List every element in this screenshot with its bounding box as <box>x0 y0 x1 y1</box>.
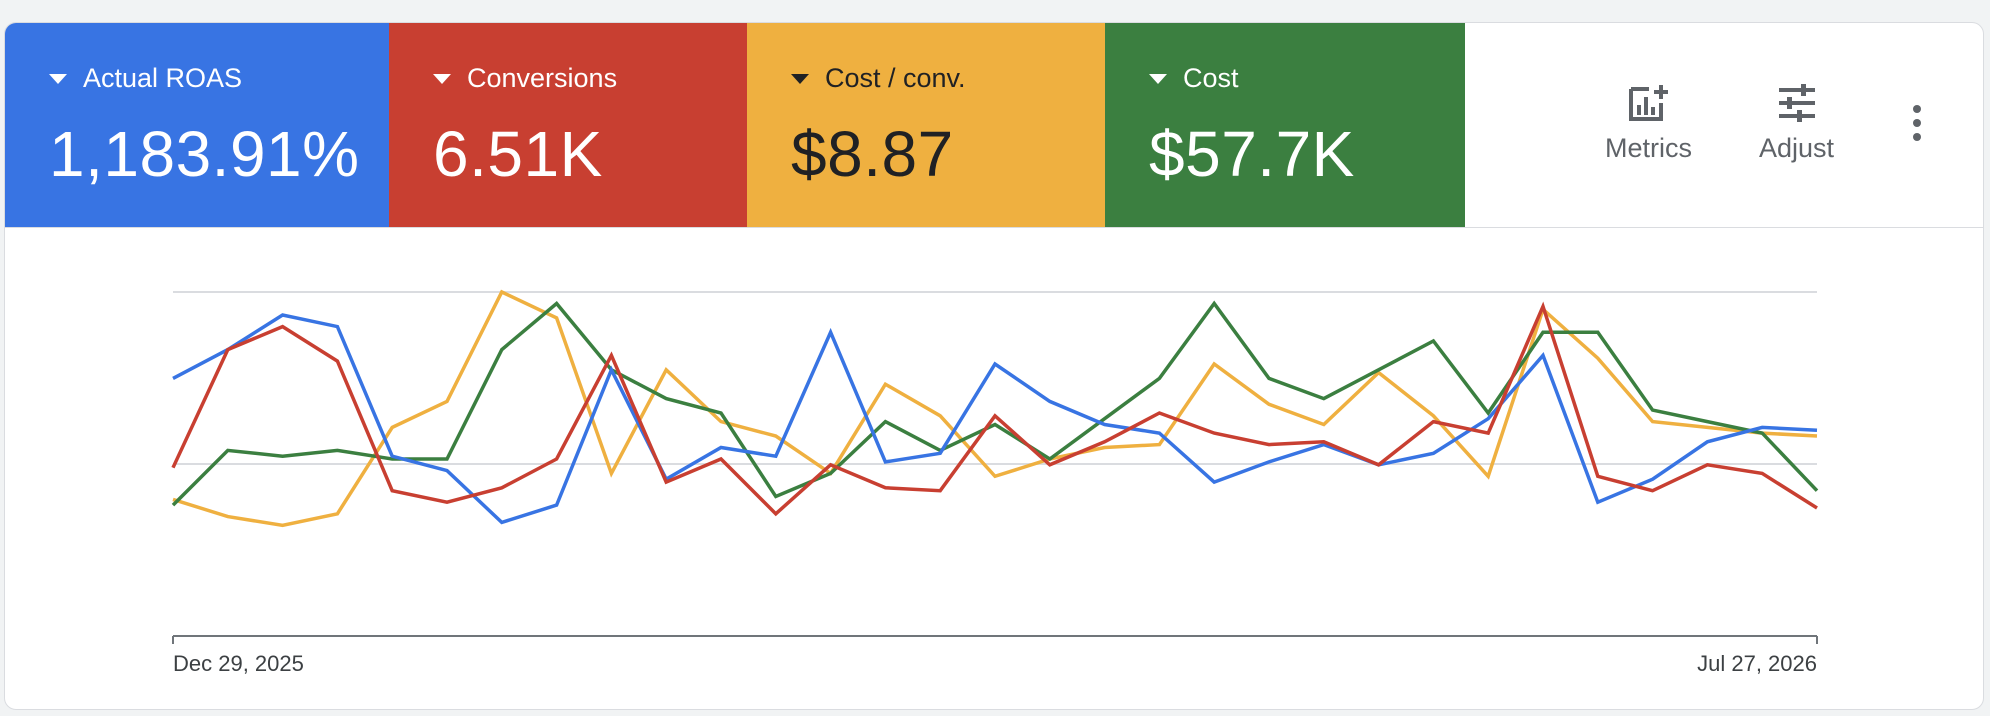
metric-tile-cost[interactable]: Cost $57.7K <box>1105 23 1465 227</box>
metric-tile-cost-per-conv[interactable]: Cost / conv. $8.87 <box>747 23 1105 227</box>
x-tick-label-end: Jul 27, 2026 <box>1697 651 1817 676</box>
metric-value: $8.87 <box>791 118 954 190</box>
metric-tile-actual-roas[interactable]: Actual ROAS 1,183.91% <box>5 23 389 227</box>
caret-down-icon <box>1149 73 1167 84</box>
caret-down-icon <box>433 73 451 84</box>
tune-sliders-icon <box>1778 84 1815 122</box>
caret-down-icon <box>791 73 809 84</box>
add-chart-icon <box>1628 85 1668 121</box>
metric-label: Cost / conv. <box>825 63 966 93</box>
metric-label: Conversions <box>467 63 618 93</box>
performance-card: Actual ROAS 1,183.91% Conversions 6.51K … <box>4 22 1984 710</box>
metric-value: $57.7K <box>1149 118 1355 190</box>
metric-value: 6.51K <box>433 118 603 190</box>
adjust-label: Adjust <box>1759 133 1835 163</box>
metrics-button[interactable]: Metrics <box>1605 83 1692 164</box>
adjust-button[interactable]: Adjust <box>1759 83 1834 164</box>
series-line-cost-per-conv <box>172 289 1818 528</box>
x-tick-label-start: Dec 29, 2025 <box>173 651 304 676</box>
metric-label: Actual ROAS <box>83 63 243 93</box>
more-vert-icon[interactable] <box>1905 105 1929 149</box>
metric-label: Cost <box>1183 63 1239 93</box>
caret-down-icon <box>49 73 67 84</box>
metrics-label: Metrics <box>1605 133 1692 163</box>
metric-tiles: Actual ROAS 1,183.91% Conversions 6.51K … <box>5 23 1465 227</box>
series-line-conversions <box>171 301 1818 517</box>
series-group <box>171 289 1819 528</box>
metric-value: 1,183.91% <box>49 118 360 190</box>
metric-tile-conversions[interactable]: Conversions 6.51K <box>389 23 747 227</box>
performance-line-chart: Dec 29, 2025 Jul 27, 2026 <box>171 289 1819 676</box>
